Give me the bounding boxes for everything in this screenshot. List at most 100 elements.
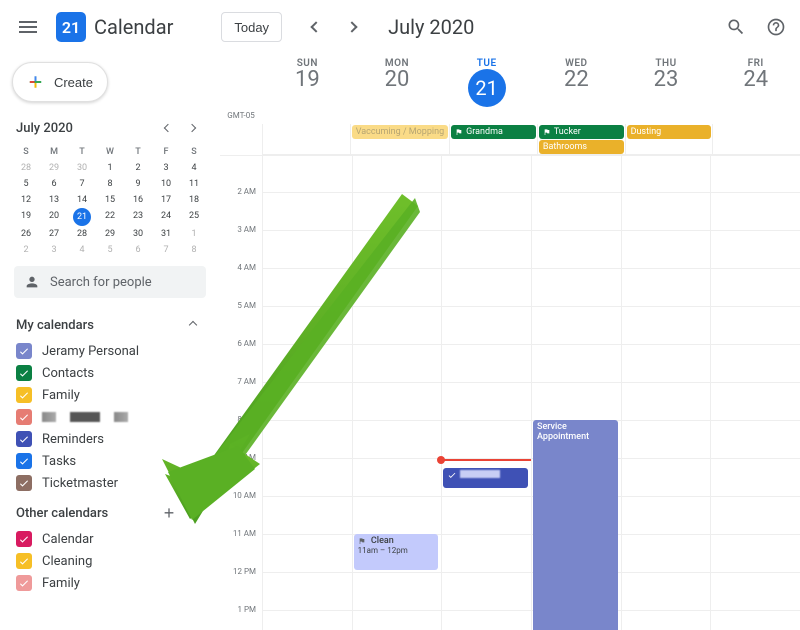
mini-day[interactable]: 5: [12, 176, 40, 192]
calendar-item[interactable]: Reminders: [8, 428, 212, 450]
allday-cell[interactable]: Grandma: [449, 124, 537, 155]
calendar-checkbox[interactable]: [16, 553, 32, 569]
search-people-input[interactable]: Search for people: [14, 266, 206, 298]
allday-event[interactable]: Tucker: [539, 125, 624, 139]
allday-cell[interactable]: [712, 124, 800, 155]
add-other-calendar-button[interactable]: +: [158, 502, 180, 524]
calendar-item[interactable]: Family: [8, 572, 212, 594]
calendar-checkbox[interactable]: [16, 387, 32, 403]
mini-day[interactable]: 22: [96, 208, 124, 226]
mini-day[interactable]: 4: [180, 160, 208, 176]
help-button[interactable]: [760, 11, 792, 43]
other-calendars-collapse-button[interactable]: [182, 502, 204, 524]
mini-prev-month-button[interactable]: [156, 116, 180, 140]
calendar-checkbox[interactable]: [16, 475, 32, 491]
mini-day[interactable]: 20: [40, 208, 68, 226]
mini-day[interactable]: 2: [12, 242, 40, 258]
mini-day[interactable]: 3: [152, 160, 180, 176]
mini-day[interactable]: 25: [180, 208, 208, 226]
mini-day[interactable]: 19: [12, 208, 40, 226]
timed-event[interactable]: Clean11am – 12pm: [354, 534, 439, 570]
day-column[interactable]: Read, 2pm: [441, 154, 531, 630]
calendar-item[interactable]: Jeramy Personal: [8, 340, 212, 362]
day-header[interactable]: Tue21: [441, 54, 531, 124]
day-header[interactable]: Sun19: [262, 54, 352, 124]
calendar-item[interactable]: Contacts: [8, 362, 212, 384]
calendar-item[interactable]: Cleaning: [8, 550, 212, 572]
my-calendars-header[interactable]: My calendars: [8, 306, 212, 340]
mini-next-month-button[interactable]: [180, 116, 204, 140]
calendar-checkbox[interactable]: [16, 343, 32, 359]
allday-event[interactable]: Vaccuming / Mopping: [352, 125, 448, 139]
allday-event[interactable]: Grandma: [451, 125, 536, 139]
calendar-checkbox[interactable]: [16, 575, 32, 591]
mini-day[interactable]: 11: [180, 176, 208, 192]
mini-day[interactable]: 9: [124, 176, 152, 192]
calendar-item[interactable]: Tasks: [8, 450, 212, 472]
allday-event[interactable]: Bathrooms: [539, 140, 624, 154]
mini-day[interactable]: 30: [68, 160, 96, 176]
mini-day[interactable]: 5: [96, 242, 124, 258]
mini-day[interactable]: 28: [68, 226, 96, 242]
timed-event[interactable]: [443, 468, 528, 489]
allday-cell[interactable]: TuckerBathrooms: [537, 124, 625, 155]
day-column[interactable]: Clean11am – 12pm Read, 2pm: [352, 154, 442, 630]
mini-day[interactable]: 17: [152, 192, 180, 208]
day-column[interactable]: [262, 154, 352, 630]
day-column[interactable]: [710, 154, 800, 630]
allday-cell[interactable]: Dusting: [625, 124, 713, 155]
allday-cell[interactable]: Vaccuming / Mopping: [350, 124, 449, 155]
calendar-checkbox[interactable]: [16, 365, 32, 381]
mini-day[interactable]: 4: [68, 242, 96, 258]
next-week-button[interactable]: [336, 11, 368, 43]
mini-day[interactable]: 23: [124, 208, 152, 226]
mini-day[interactable]: 1: [180, 226, 208, 242]
calendar-checkbox[interactable]: [16, 431, 32, 447]
mini-day[interactable]: 30: [124, 226, 152, 242]
day-header[interactable]: Mon20: [352, 54, 442, 124]
mini-day[interactable]: 27: [40, 226, 68, 242]
mini-day[interactable]: 8: [180, 242, 208, 258]
my-calendars-collapse-button[interactable]: [182, 314, 204, 336]
day-header[interactable]: Fri24: [710, 54, 800, 124]
calendar-item[interactable]: [8, 406, 212, 428]
mini-day[interactable]: 13: [40, 192, 68, 208]
calendar-checkbox[interactable]: [16, 453, 32, 469]
mini-day[interactable]: 7: [152, 242, 180, 258]
calendar-checkbox[interactable]: [16, 531, 32, 547]
timed-event[interactable]: Service Appointment: [533, 420, 618, 630]
allday-event[interactable]: Dusting: [627, 125, 712, 139]
mini-day[interactable]: 6: [124, 242, 152, 258]
mini-day[interactable]: 29: [40, 160, 68, 176]
today-button[interactable]: Today: [221, 12, 282, 42]
create-button[interactable]: Create: [12, 62, 108, 102]
day-column[interactable]: Service Appointment: [531, 154, 621, 630]
day-column[interactable]: [621, 154, 711, 630]
allday-cell[interactable]: [262, 124, 350, 155]
calendar-item[interactable]: Calendar: [8, 528, 212, 550]
mini-day[interactable]: 16: [124, 192, 152, 208]
main-menu-button[interactable]: [8, 7, 48, 47]
calendar-item[interactable]: Ticketmaster: [8, 472, 212, 494]
mini-day[interactable]: 18: [180, 192, 208, 208]
prev-week-button[interactable]: [300, 11, 332, 43]
search-button[interactable]: [720, 11, 752, 43]
mini-day[interactable]: 2: [124, 160, 152, 176]
day-header[interactable]: Wed22: [531, 54, 621, 124]
calendar-item[interactable]: Family: [8, 384, 212, 406]
mini-day[interactable]: 28: [12, 160, 40, 176]
mini-day[interactable]: 12: [12, 192, 40, 208]
day-header[interactable]: Thu23: [621, 54, 711, 124]
mini-day[interactable]: 29: [96, 226, 124, 242]
mini-day[interactable]: 1: [96, 160, 124, 176]
mini-day[interactable]: 3: [40, 242, 68, 258]
mini-day[interactable]: 6: [40, 176, 68, 192]
mini-day[interactable]: 7: [68, 176, 96, 192]
mini-day[interactable]: 24: [152, 208, 180, 226]
mini-day[interactable]: 14: [68, 192, 96, 208]
mini-day[interactable]: 21: [73, 208, 91, 226]
mini-day[interactable]: 15: [96, 192, 124, 208]
mini-day[interactable]: 8: [96, 176, 124, 192]
calendar-checkbox[interactable]: [16, 409, 32, 425]
mini-day[interactable]: 26: [12, 226, 40, 242]
